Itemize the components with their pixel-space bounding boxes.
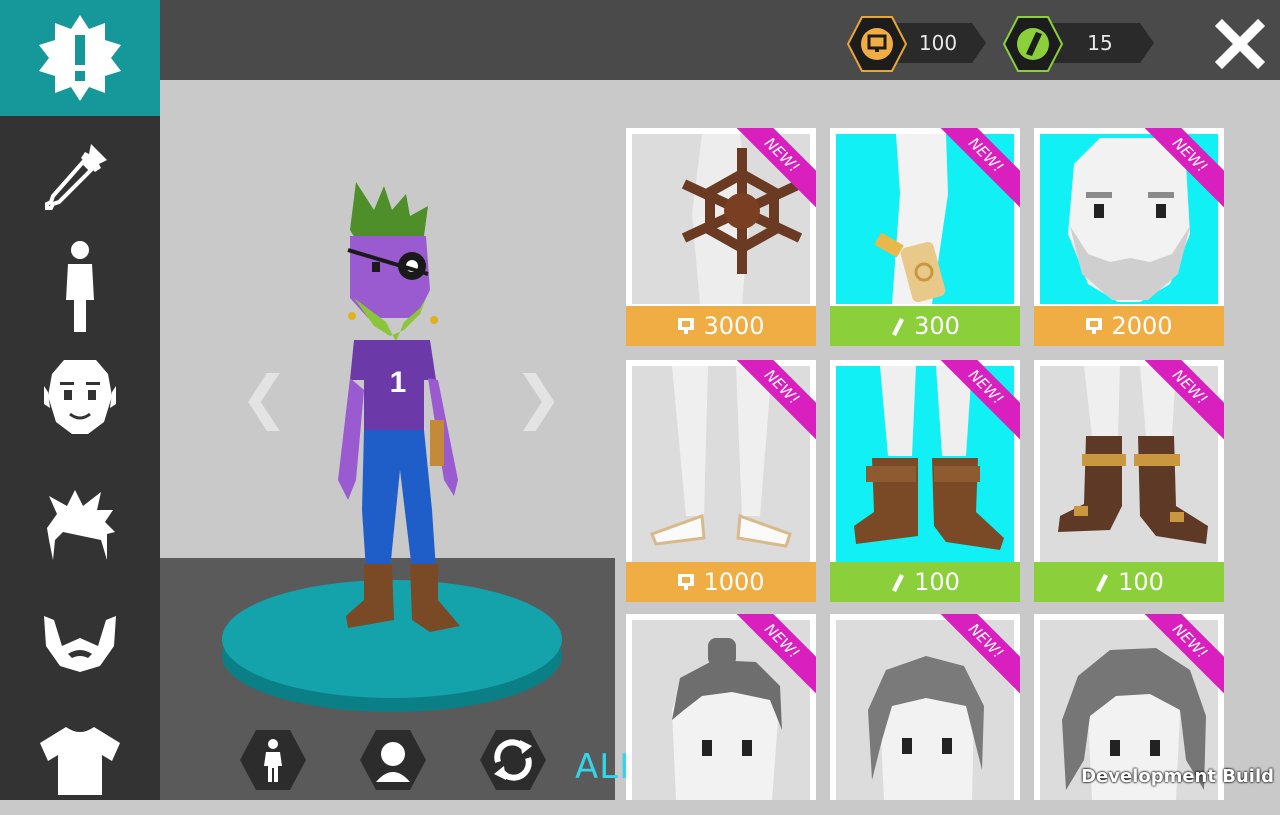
price-tag: 100 [1034,562,1224,602]
green-gem-icon [892,574,905,592]
jersey-number: 1 [390,366,407,399]
price-value: 1000 [703,568,765,596]
green-gem-icon [1002,16,1064,72]
coin-screen-icon [678,318,695,334]
sidebar-item-alerts[interactable] [0,0,160,116]
price-value: 100 [1118,568,1164,596]
body-icon [66,241,94,332]
next-arrow-icon[interactable]: ❯ [514,368,563,426]
price-tag: 100 [830,562,1020,602]
hair-icon [47,490,115,560]
coin-screen-icon [846,16,908,72]
coin-counter: 100 [846,14,986,74]
prev-arrow-icon[interactable]: ❮ [240,368,289,426]
alert-badge-icon [39,15,121,101]
price-tag: 2000 [1034,306,1224,346]
avatar-character[interactable]: 1 [320,180,480,640]
sidebar-item-hair[interactable] [0,470,160,580]
face-icon [44,360,116,434]
shop-item-scroll[interactable]: NEW! 300 [830,128,1020,346]
close-icon[interactable] [1214,18,1266,70]
sidebar-item-shirt[interactable] [0,705,160,815]
price-tag: 300 [830,306,1020,346]
eyedropper-icon [45,144,107,210]
shop-item-beard[interactable]: NEW! 2000 [1034,128,1224,346]
shop-item-topknot-hair[interactable]: NEW! [626,614,816,800]
sidebar-item-body[interactable] [0,232,160,342]
coin-screen-icon [678,574,695,590]
head-view-icon[interactable] [358,728,428,792]
sidebar-item-color[interactable] [0,120,160,230]
sidebar-item-beard[interactable] [0,588,160,698]
shop-item-ship-wheel[interactable]: NEW! 3000 [626,128,816,346]
shirt-icon [40,727,120,795]
shop-item-buckle-boots[interactable]: NEW! 100 [1034,360,1224,602]
price-value: 3000 [703,312,765,340]
green-gem-icon [1096,574,1109,592]
rotate-icon[interactable] [478,728,548,792]
category-sidebar [0,0,160,800]
price-tag: 3000 [626,306,816,346]
price-tag: 1000 [626,562,816,602]
price-value: 100 [914,568,960,596]
gem-counter: 15 [1002,14,1154,74]
shop-item-bob-hair[interactable]: NEW! [830,614,1020,800]
coin-screen-icon [1086,318,1103,334]
sidebar-item-face[interactable] [0,342,160,452]
green-gem-icon [892,318,905,336]
beard-icon [44,616,116,672]
shop-item-sandals[interactable]: NEW! 1000 [626,360,816,602]
price-value: 300 [914,312,960,340]
shop-item-pirate-boots[interactable]: NEW! 100 [830,360,1020,602]
development-build-label: Development Build [1081,766,1274,787]
full-body-view-icon[interactable] [238,728,308,792]
price-value: 2000 [1111,312,1173,340]
